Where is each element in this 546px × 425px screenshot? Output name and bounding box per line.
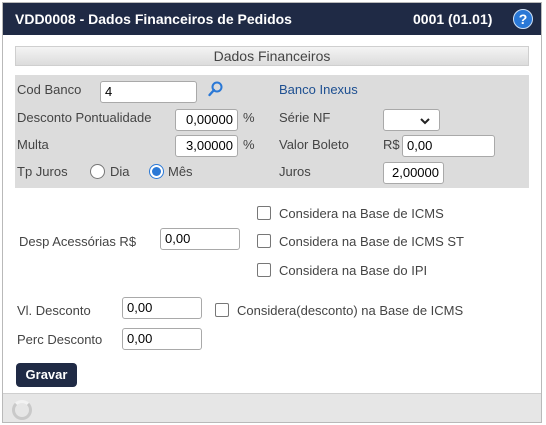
- desp-acessorias-label: Desp Acessórias R$: [19, 234, 137, 249]
- help-icon[interactable]: ?: [513, 9, 533, 29]
- considera-icms-st-checkbox[interactable]: [257, 234, 271, 248]
- window-title: VDD0008 - Dados Financeiros de Pedidos: [15, 11, 292, 27]
- valor-boleto-input[interactable]: 0,00: [402, 135, 495, 157]
- serie-nf-label: Série NF: [279, 110, 331, 125]
- considera-desconto-icms-label: Considera(desconto) na Base de ICMS: [237, 303, 464, 318]
- considera-icms-st-label: Considera na Base de ICMS ST: [279, 234, 464, 249]
- considera-ipi-label: Considera na Base do IPI: [279, 263, 428, 278]
- title-bar: VDD0008 - Dados Financeiros de Pedidos 0…: [3, 3, 541, 35]
- multa-input[interactable]: 3,00000: [175, 135, 238, 157]
- section-header: Dados Financeiros: [15, 46, 529, 66]
- perc-desconto-label: Perc Desconto: [17, 332, 103, 347]
- window-code: 0001 (01.01): [413, 11, 493, 27]
- cod-banco-label: Cod Banco: [17, 82, 82, 97]
- vl-desconto-input[interactable]: 0,00: [122, 297, 202, 319]
- banco-nome: Banco Inexus: [279, 82, 358, 97]
- cod-banco-input[interactable]: 4: [100, 81, 197, 103]
- status-bar: [3, 393, 541, 422]
- valor-boleto-label: Valor Boleto: [279, 137, 349, 152]
- valor-boleto-prefix: R$: [383, 137, 400, 152]
- tp-juros-mes-label: Mês: [168, 164, 193, 179]
- tp-juros-dia-label: Dia: [110, 164, 130, 179]
- tp-juros-mes-radio[interactable]: [149, 164, 164, 179]
- desconto-pontualidade-unit: %: [243, 110, 255, 125]
- desp-acessorias-input[interactable]: 0,00: [160, 228, 240, 250]
- considera-desconto-icms-checkbox[interactable]: [215, 303, 229, 317]
- multa-unit: %: [243, 137, 255, 152]
- desconto-pontualidade-label: Desconto Pontualidade: [17, 110, 152, 125]
- chevron-down-icon: [420, 118, 430, 125]
- serie-nf-select[interactable]: [383, 109, 440, 131]
- gravar-button[interactable]: Gravar: [16, 363, 77, 387]
- vl-desconto-label: Vl. Desconto: [17, 303, 91, 318]
- tp-juros-label: Tp Juros: [17, 164, 68, 179]
- tp-juros-dia-radio[interactable]: [90, 164, 105, 179]
- considera-ipi-checkbox[interactable]: [257, 263, 271, 277]
- loading-spinner-icon: [12, 400, 32, 420]
- desconto-pontualidade-input[interactable]: 0,00000: [175, 109, 238, 131]
- considera-icms-checkbox[interactable]: [257, 206, 271, 220]
- search-icon[interactable]: [207, 80, 225, 98]
- considera-icms-label: Considera na Base de ICMS: [279, 206, 444, 221]
- juros-label: Juros: [279, 164, 311, 179]
- multa-label: Multa: [17, 137, 49, 152]
- juros-input[interactable]: 2,00000: [383, 162, 444, 184]
- perc-desconto-input[interactable]: 0,00: [122, 328, 202, 350]
- window: VDD0008 - Dados Financeiros de Pedidos 0…: [2, 2, 542, 423]
